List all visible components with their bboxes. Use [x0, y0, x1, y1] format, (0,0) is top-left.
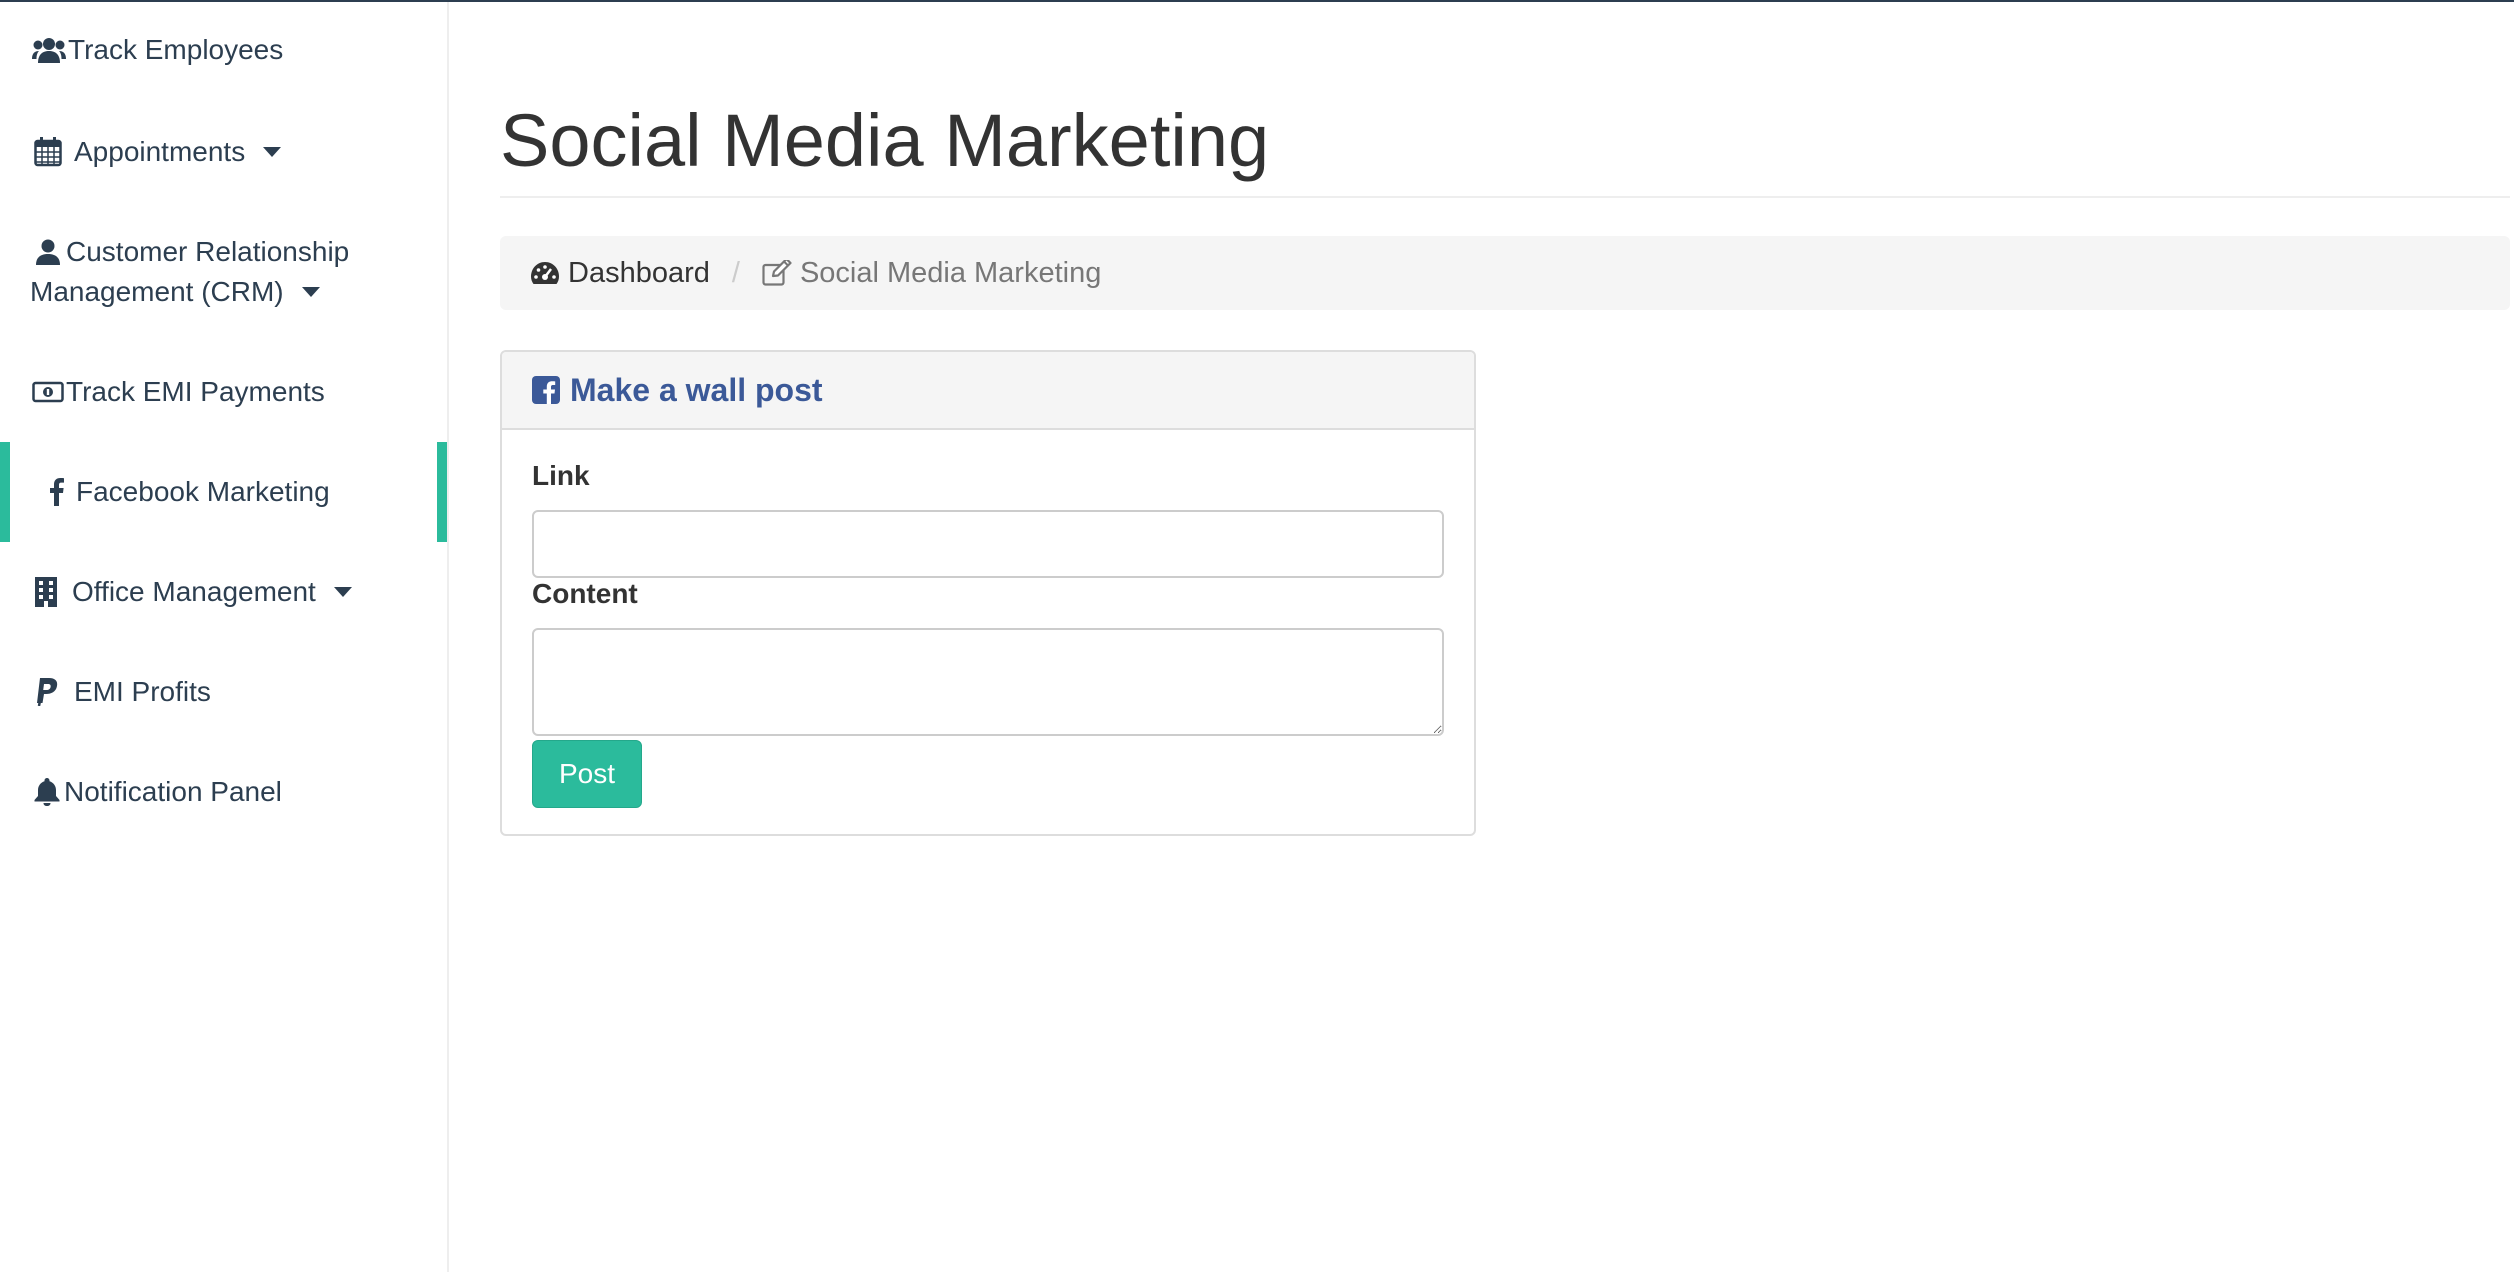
link-label: Link	[532, 460, 590, 491]
breadcrumb-dashboard-label: Dashboard	[568, 256, 710, 289]
user-icon	[36, 239, 60, 265]
breadcrumb-current-label: Social Media Marketing	[799, 256, 1102, 289]
page-title: Social Media Marketing	[500, 99, 1270, 182]
sidebar-item-appointments[interactable]: Appointments	[34, 132, 434, 172]
users-icon	[32, 37, 66, 63]
building-icon	[34, 577, 58, 607]
sidebar-item-track-emi-payments[interactable]: Track EMI Payments	[32, 372, 432, 412]
content-textarea[interactable]	[532, 628, 1444, 736]
sidebar-item-label: EMI Profits	[74, 676, 211, 707]
sidebar-item-label: Notification Panel	[64, 776, 282, 807]
sidebar-item-label: Appointments	[74, 136, 246, 167]
content-label: Content	[532, 578, 638, 609]
sidebar-item-label: Office Management	[72, 576, 316, 607]
breadcrumb: Dashboard / Social Media Marketing	[500, 236, 2510, 310]
post-button[interactable]: Post	[532, 740, 642, 808]
sidebar-item-track-employees[interactable]: Track Employees	[32, 30, 432, 70]
facebook-f-icon	[50, 478, 64, 506]
title-divider	[500, 196, 2510, 198]
sidebar: Track Employees Appointments Customer Re…	[0, 2, 449, 1272]
main-content: Social Media Marketing Dashboard / Socia…	[500, 0, 2514, 1272]
active-indicator-left	[0, 442, 10, 542]
sidebar-item-office-management[interactable]: Office Management	[34, 572, 434, 612]
breadcrumb-current: Social Media Marketing	[762, 257, 1101, 290]
panel-heading: Make a wall post	[502, 352, 1474, 430]
link-input[interactable]	[532, 510, 1444, 578]
breadcrumb-separator: /	[731, 256, 740, 289]
sidebar-item-label: Customer Relationship	[66, 236, 350, 267]
bell-icon	[34, 778, 60, 806]
paypal-icon	[36, 678, 58, 706]
sidebar-item-label-line2: Management (CRM)	[30, 276, 284, 307]
wall-post-panel: Make a wall post Link Content Post	[500, 350, 1476, 836]
money-bill-icon	[32, 381, 64, 403]
tachometer-icon	[531, 262, 559, 284]
sidebar-item-notification-panel[interactable]: Notification Panel	[34, 772, 434, 812]
breadcrumb-dashboard-link[interactable]: Dashboard	[530, 257, 710, 290]
sidebar-item-facebook-marketing[interactable]: Facebook Marketing	[50, 472, 430, 512]
edit-icon	[762, 260, 792, 286]
sidebar-item-label: Facebook Marketing	[76, 476, 330, 507]
sidebar-item-label: Track EMI Payments	[66, 376, 325, 407]
active-indicator-right	[437, 442, 447, 542]
panel-heading-title: Make a wall post	[570, 371, 823, 408]
sidebar-item-emi-profits[interactable]: EMI Profits	[36, 672, 436, 712]
chevron-down-icon	[333, 587, 352, 597]
sidebar-item-label: Track Employees	[68, 34, 284, 65]
calendar-icon	[34, 137, 62, 167]
sidebar-item-crm[interactable]: Customer Relationship Management (CRM)	[30, 232, 430, 312]
chevron-down-icon	[301, 287, 320, 297]
chevron-down-icon	[263, 147, 282, 157]
facebook-square-icon	[532, 376, 560, 404]
